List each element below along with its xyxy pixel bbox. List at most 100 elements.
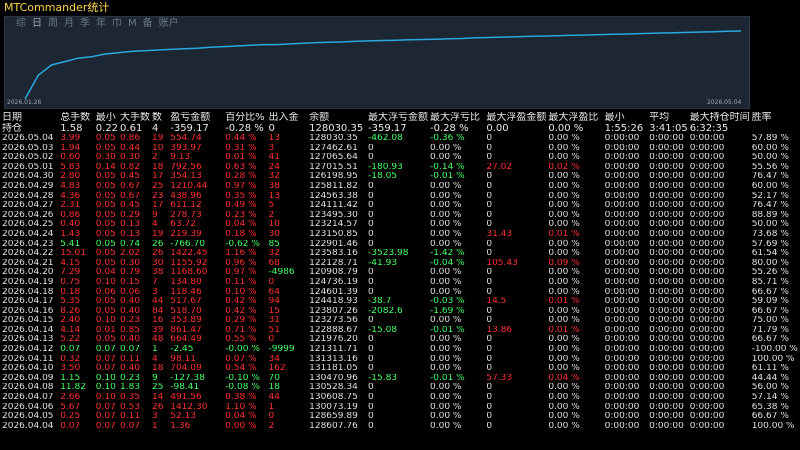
daily-stats-table-container[interactable]: 日期 总手数 最小 大手数数盈亏金额 百分比% 出入金 余额 最大浮亏金额 最大浮亏比 最大浮盈金… bbox=[0, 112, 800, 450]
table-row[interactable]: 2026.04.04 0.07 0.07 0.07 1 1.36 0.00 % 2 128607… bbox=[0, 422, 800, 432]
cell-balance: 123273.56 bbox=[309, 316, 358, 326]
column-header-0[interactable]: 日期 bbox=[0, 112, 58, 123]
cell-hold-avg: 0:00:00 bbox=[649, 268, 684, 278]
cell-pnl: -98.41 bbox=[170, 383, 200, 393]
table-row[interactable]: 2026.04.12 0.07 0.07 0.07 1 -2.45 -0.00 % -9999… bbox=[0, 345, 800, 355]
column-header-8[interactable]: 余额 bbox=[307, 112, 366, 123]
table-row[interactable]: 2026.05.01 5.83 0.14 0.82 18 792.56 0.63 % 24 12… bbox=[0, 163, 800, 173]
column-header-9[interactable]: 最大浮亏金额 bbox=[366, 112, 428, 123]
cell-max-float-loss-pct: 0.00 % bbox=[430, 402, 462, 412]
holding-row[interactable]: 持仓 1.58 0.22 0.61 4 -359.17 -0.28 % 0 128030.35-… bbox=[0, 123, 800, 134]
table-row[interactable]: 2026.04.29 4.83 0.05 0.67 25 1210.44 0.97 % 38 1… bbox=[0, 182, 800, 192]
cell-lots: 0.32 bbox=[60, 354, 81, 364]
cell-min: 0.05 bbox=[95, 249, 116, 259]
cell-hold-max: 0:00:00 bbox=[689, 191, 725, 201]
cell-max-float-profit: 14.5 bbox=[486, 297, 507, 307]
column-header-14[interactable]: 平均 bbox=[647, 112, 688, 123]
column-header-3[interactable]: 大手数 bbox=[118, 112, 150, 123]
cell-pnl: 861.47 bbox=[170, 325, 202, 335]
cell-max-float-profit-pct: 0.01 % bbox=[548, 325, 580, 335]
table-row[interactable]: 2026.04.08 11.82 0.10 1.83 25 -98.41 -0.08 % 18… bbox=[0, 383, 800, 393]
cell-balance: 125811.82 bbox=[309, 181, 358, 191]
column-header-5[interactable]: 盈亏金额 bbox=[168, 112, 223, 123]
cell-pct: 1.10 % bbox=[225, 402, 257, 412]
table-row[interactable]: 2026.04.20 7.29 0.04 0.79 38 1168.60 0.97 % -49… bbox=[0, 268, 800, 278]
column-header-12[interactable]: 最大浮盈比 bbox=[546, 112, 602, 123]
cell-winrate: 55.56 % bbox=[751, 162, 789, 172]
column-header-6[interactable]: 百分比% bbox=[223, 112, 266, 123]
cell-winrate: 50.00 % bbox=[751, 220, 789, 230]
cell-lots: 0.18 bbox=[60, 287, 81, 297]
cell-max-float-loss-pct: -0.04 % bbox=[430, 258, 465, 268]
cell-max-float-profit: 0 bbox=[486, 239, 493, 249]
cell-winrate: 66.67 % bbox=[751, 287, 789, 297]
cell-pnl: 1.36 bbox=[170, 421, 191, 431]
table-row[interactable]: 2026.04.14 4.14 0.01 0.85 39 861.47 0.71 % 51 12… bbox=[0, 326, 800, 336]
table-row[interactable]: 2026.04.11 0.32 0.07 0.11 4 98.11 0.07 % 34 1313… bbox=[0, 355, 800, 365]
table-row[interactable]: 2026.04.25 0.40 0.05 0.13 4 63.72 0.04 % 10 1232… bbox=[0, 220, 800, 230]
cell-max-float-loss-pct: 0.00 % bbox=[430, 239, 462, 249]
column-header-2[interactable]: 最小 bbox=[94, 112, 118, 123]
cell-min: 0.04 bbox=[95, 268, 116, 278]
table-row[interactable]: 2026.04.28 4.36 0.05 0.67 23 438.96 0.35 % 13 12… bbox=[0, 192, 800, 202]
column-header-4[interactable]: 数 bbox=[150, 112, 168, 123]
column-header-7[interactable]: 出入金 bbox=[266, 112, 307, 123]
table-row[interactable]: 2026.04.05 0.25 0.07 0.11 3 52.13 0.04 % 0 12865… bbox=[0, 412, 800, 422]
table-row[interactable]: 2026.04.17 5.35 0.05 0.40 44 517.67 0.42 % 94 12… bbox=[0, 297, 800, 307]
table-row[interactable]: 2026.04.06 5.67 0.07 0.53 26 1412.30 1.10 % 1 13… bbox=[0, 403, 800, 413]
table-row[interactable]: 2026.04.27 2.31 0.05 0.45 17 611.12 0.49 % 5 124… bbox=[0, 201, 800, 211]
table-row[interactable]: 2026.04.07 2.66 0.10 0.35 14 491.56 0.38 % 44 13… bbox=[0, 393, 800, 403]
table-row[interactable]: 2026.04.16 8.26 0.05 0.40 84 518.70 0.42 % 15 12… bbox=[0, 307, 800, 317]
cell-lots: 4.14 bbox=[60, 325, 81, 335]
cell-pct: 0.49 % bbox=[225, 201, 257, 211]
table-row[interactable]: 2026.04.09 1.15 0.10 0.23 9 -127.38 -0.10 % 70 1… bbox=[0, 374, 800, 384]
cell-pnl: 554.74 bbox=[170, 134, 202, 143]
column-header-10[interactable]: 最大浮亏比 bbox=[428, 112, 484, 123]
table-row[interactable]: 2026.05.02 0.60 0.30 0.30 2 9.13 0.01 % 41 12706… bbox=[0, 153, 800, 163]
table-row[interactable]: 2026.04.19 0.75 0.10 0.15 7 134.80 0.11 % 0 1247… bbox=[0, 278, 800, 288]
cell-pct: 0.18 % bbox=[225, 229, 257, 239]
table-row[interactable]: 2026.04.21 4.15 0.05 0.30 30 1155.92 0.96 % 68 1… bbox=[0, 259, 800, 269]
table-row[interactable]: 2026.05.04 3.99 0.05 0.86 19 554.74 0.44 % 13 12… bbox=[0, 134, 800, 144]
column-header-1[interactable]: 总手数 bbox=[58, 112, 94, 123]
cell-hold-avg: 0:00:00 bbox=[649, 172, 684, 182]
cell-balance: 122128.71 bbox=[309, 258, 358, 268]
cell-hold-max: 0:00:00 bbox=[689, 249, 725, 259]
column-header-13[interactable]: 最小 bbox=[603, 112, 647, 123]
cell-pct: -0.28 % bbox=[225, 123, 264, 134]
cell-max: 0.53 bbox=[120, 402, 141, 412]
cell-count: 3 bbox=[152, 412, 158, 422]
column-header-16[interactable]: 胜率 bbox=[750, 112, 800, 123]
cell-max-float-loss: 0 bbox=[368, 210, 374, 220]
table-row[interactable]: 2026.04.26 0.86 0.05 0.29 9 278.73 0.23 % 2 1234… bbox=[0, 211, 800, 221]
table-row[interactable]: 2026.04.10 3.50 0.07 0.40 18 704.09 0.54 % 162 1… bbox=[0, 364, 800, 374]
cell-min: 0.05 bbox=[95, 143, 116, 153]
cell-max-float-loss: 0 bbox=[368, 383, 374, 393]
cell-max-float-loss: 0 bbox=[368, 364, 374, 374]
cell-pnl: 354.13 bbox=[170, 172, 202, 182]
cell-flow: -4986 bbox=[268, 268, 295, 278]
cell-balance: 123583.16 bbox=[309, 249, 358, 259]
table-row[interactable]: 2026.05.03 1.94 0.05 0.44 10 393.97 0.31 % 3 127… bbox=[0, 144, 800, 154]
cell-pct: 0.35 % bbox=[225, 191, 257, 201]
daily-stats-table: 日期 总手数 最小 大手数数盈亏金额 百分比% 出入金 余额 最大浮亏金额 最大浮亏比 最大浮盈金… bbox=[0, 112, 800, 431]
table-row[interactable]: 2026.04.24 1.43 0.05 0.13 19 219.39 0.18 % 30 12… bbox=[0, 230, 800, 240]
table-row[interactable]: 2026.04.23 5.41 0.05 0.74 26 -766.70 -0.62 % 85… bbox=[0, 240, 800, 250]
cell-count: 1 bbox=[152, 345, 158, 355]
table-row[interactable]: 2026.04.30 2.80 0.05 0.45 17 354.13 0.28 % 32 12… bbox=[0, 172, 800, 182]
table-row[interactable]: 2026.04.22 15.01 0.05 2.02 26 1422.45 1.16 % 32… bbox=[0, 249, 800, 259]
table-row[interactable]: 2026.04.18 0.18 0.06 0.06 3 118.46 0.10 % 64 124… bbox=[0, 288, 800, 298]
column-header-11[interactable]: 最大浮盈金额 bbox=[484, 112, 546, 123]
cell-hold-max: 0:00:00 bbox=[689, 383, 725, 393]
cell-balance: 121311.71 bbox=[309, 345, 358, 355]
cell-max: 0.86 bbox=[120, 134, 141, 143]
cell-max-float-loss-pct: 0.00 % bbox=[430, 201, 462, 211]
cell-hold-avg: 0:00:00 bbox=[649, 325, 684, 335]
cell-max: 0.67 bbox=[120, 181, 141, 191]
column-header-15[interactable]: 最大持仓时间 bbox=[688, 112, 750, 123]
cell-max: 1.83 bbox=[120, 383, 141, 393]
table-row[interactable]: 2026.04.15 2.40 0.10 0.23 16 353.89 0.29 % 31 12… bbox=[0, 316, 800, 326]
cell-max-float-loss-pct: 0.00 % bbox=[430, 383, 462, 393]
cell-max-float-loss: 0 bbox=[368, 354, 374, 364]
table-row[interactable]: 2026.04.13 5.22 0.05 0.40 48 664.49 0.55 % 0 121… bbox=[0, 335, 800, 345]
